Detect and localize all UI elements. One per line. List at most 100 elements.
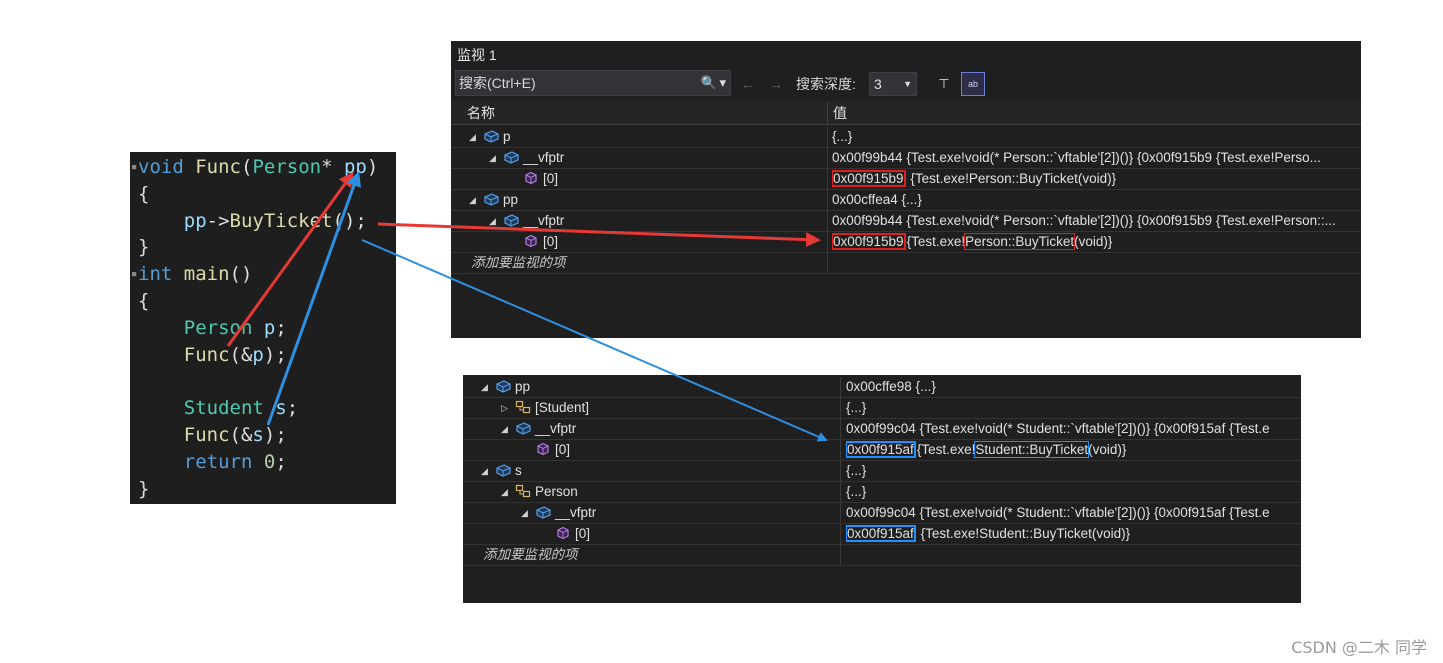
watch-row[interactable]: ▷ [Student] {...}: [463, 398, 1301, 419]
value-detail: {Test.exe!: [916, 442, 976, 457]
value-detail: (void)}: [1088, 442, 1127, 457]
code-token: (: [240, 156, 253, 178]
search-icon[interactable]: 🔍 ▾: [701, 71, 726, 95]
column-header-value[interactable]: 值: [833, 101, 847, 125]
watch-item-name: s: [515, 463, 522, 478]
code-token: {: [138, 290, 150, 312]
watch-row[interactable]: [0] 0x00f915af {Test.exe!Student::BuyTick…: [463, 524, 1301, 545]
watch-row[interactable]: ◢ pp 0x00cffe98 {...}: [463, 377, 1301, 398]
back-arrow-icon[interactable]: ←: [741, 73, 755, 95]
add-watch-row[interactable]: 添加要监视的项: [463, 545, 1301, 566]
base-class-icon: [515, 484, 531, 498]
code-line: Func(&s);: [138, 422, 287, 448]
watch-item-name: [0]: [555, 442, 571, 457]
code-token: ;: [275, 316, 287, 339]
collapse-triangle-icon[interactable]: ◢: [501, 419, 515, 439]
base-class-icon: [515, 400, 531, 414]
watch-toolbar: 搜索(Ctrl+E) 🔍 ▾ ← → 搜索深度: 3 ▼ ⊤ ab: [451, 69, 1361, 99]
column-divider: [840, 524, 841, 544]
add-watch-label: 添加要监视的项: [483, 547, 578, 562]
watch-row[interactable]: ◢ s {...}: [463, 461, 1301, 482]
watch-item-name: __vfptr: [523, 150, 565, 165]
code-line: int main(): [138, 261, 252, 287]
search-input[interactable]: 搜索(Ctrl+E) 🔍 ▾: [455, 70, 731, 96]
watch-row[interactable]: ◢ __vfptr 0x00f99c04 {Test.exe!void(* Stud…: [463, 419, 1301, 440]
watch-item-name: pp: [515, 379, 531, 394]
add-watch-label: 添加要监视的项: [471, 255, 566, 270]
search-depth-dropdown[interactable]: 3 ▼: [869, 72, 917, 96]
highlighted-address: 0x00f915af: [846, 441, 916, 458]
column-divider: [827, 232, 828, 252]
forward-arrow-icon[interactable]: →: [769, 73, 783, 95]
watch-row-name: [0]: [509, 169, 558, 189]
watch-row[interactable]: ◢ pp 0x00cffea4 {...}: [451, 190, 1361, 211]
code-token: int: [138, 263, 173, 286]
field-icon: [523, 234, 539, 248]
column-divider: [840, 545, 841, 565]
search-depth-label: 搜索深度:: [796, 76, 856, 92]
highlighted-address: 0x00f915b9: [832, 233, 906, 250]
code-token: ();: [332, 209, 367, 232]
code-line: }: [138, 234, 149, 260]
watch-item-name: [Student]: [535, 400, 590, 415]
watch-row-name: ◢ __vfptr: [489, 148, 564, 168]
watch-row[interactable]: ◢ __vfptr 0x00f99b44 {Test.exe!void(* Pers…: [451, 148, 1361, 169]
collapse-triangle-icon[interactable]: ◢: [481, 377, 495, 397]
collapse-triangle-icon[interactable]: ◢: [481, 461, 495, 481]
collapse-triangle-icon[interactable]: ◢: [469, 190, 483, 210]
code-token: pp: [343, 156, 367, 178]
code-line: pp->BuyTicket();: [138, 208, 367, 234]
collapse-triangle-icon[interactable]: ◢: [489, 211, 503, 231]
code-token: }: [138, 236, 150, 259]
code-token: );: [263, 343, 287, 366]
code-line: return 0;: [138, 449, 287, 475]
watch-item-name: [0]: [543, 171, 559, 186]
watch-header: 名称 值: [451, 101, 1361, 125]
watch-row[interactable]: ◢ __vfptr 0x00f99c04 {Test.exe!void(* Stud…: [463, 503, 1301, 524]
code-token: ;: [275, 450, 287, 473]
fold-marker[interactable]: ▪: [130, 261, 138, 287]
watch-row[interactable]: [0] 0x00f915af {Test.exe!Student::BuyTicke…: [463, 440, 1301, 461]
code-token: }: [138, 477, 150, 500]
expand-triangle-icon[interactable]: ▷: [501, 398, 515, 418]
watch-row[interactable]: ◢ __vfptr 0x00f99b44 {Test.exe!void(* Pers…: [451, 211, 1361, 232]
watch-row[interactable]: [0] 0x00f915b9 {Test.exe!Person::BuyTicke…: [451, 169, 1361, 190]
watch-row[interactable]: [0] 0x00f915b9 {Test.exe!Person::BuyTicket…: [451, 232, 1361, 253]
code-token: p: [252, 343, 264, 366]
watch-item-value: {...}: [846, 484, 867, 499]
fold-marker[interactable]: ▪: [130, 154, 138, 180]
collapse-triangle-icon[interactable]: ◢: [489, 148, 503, 168]
column-header-name[interactable]: 名称: [467, 101, 495, 125]
collapse-triangle-icon[interactable]: ◢: [521, 503, 535, 523]
code-line: }: [138, 476, 149, 502]
watch-row-name: ◢ pp: [481, 377, 530, 397]
code-token: ->: [206, 209, 230, 232]
watch-item-name: [0]: [575, 526, 591, 541]
code-line: {: [138, 288, 149, 314]
code-token: p: [263, 316, 276, 339]
pin-icon[interactable]: ⊤: [933, 72, 955, 96]
highlighted-address: 0x00f915b9: [832, 170, 906, 187]
collapse-triangle-icon[interactable]: ◢: [469, 127, 483, 147]
watch-row[interactable]: ◢ Person {...}: [463, 482, 1301, 503]
code-token: Func: [183, 343, 230, 366]
hex-display-button[interactable]: ab: [961, 72, 985, 96]
code-token: BuyTicket: [229, 209, 333, 232]
column-divider: [827, 190, 828, 210]
code-editor: ▪ void Func(Person* pp){ pp->BuyTicket();…: [130, 152, 396, 504]
collapse-triangle-icon[interactable]: ◢: [501, 482, 515, 502]
watch-item-value: 0x00cffe98 {...}: [846, 379, 936, 394]
column-divider[interactable]: [827, 101, 828, 125]
column-divider: [840, 503, 841, 523]
watch-row[interactable]: ◢p{...}(: [451, 127, 1361, 148]
watch-item-name: pp: [503, 192, 519, 207]
code-token: s: [252, 424, 264, 446]
add-watch-row[interactable]: 添加要监视的项: [451, 253, 1361, 274]
column-divider: [827, 211, 828, 231]
object-icon: [535, 505, 551, 519]
